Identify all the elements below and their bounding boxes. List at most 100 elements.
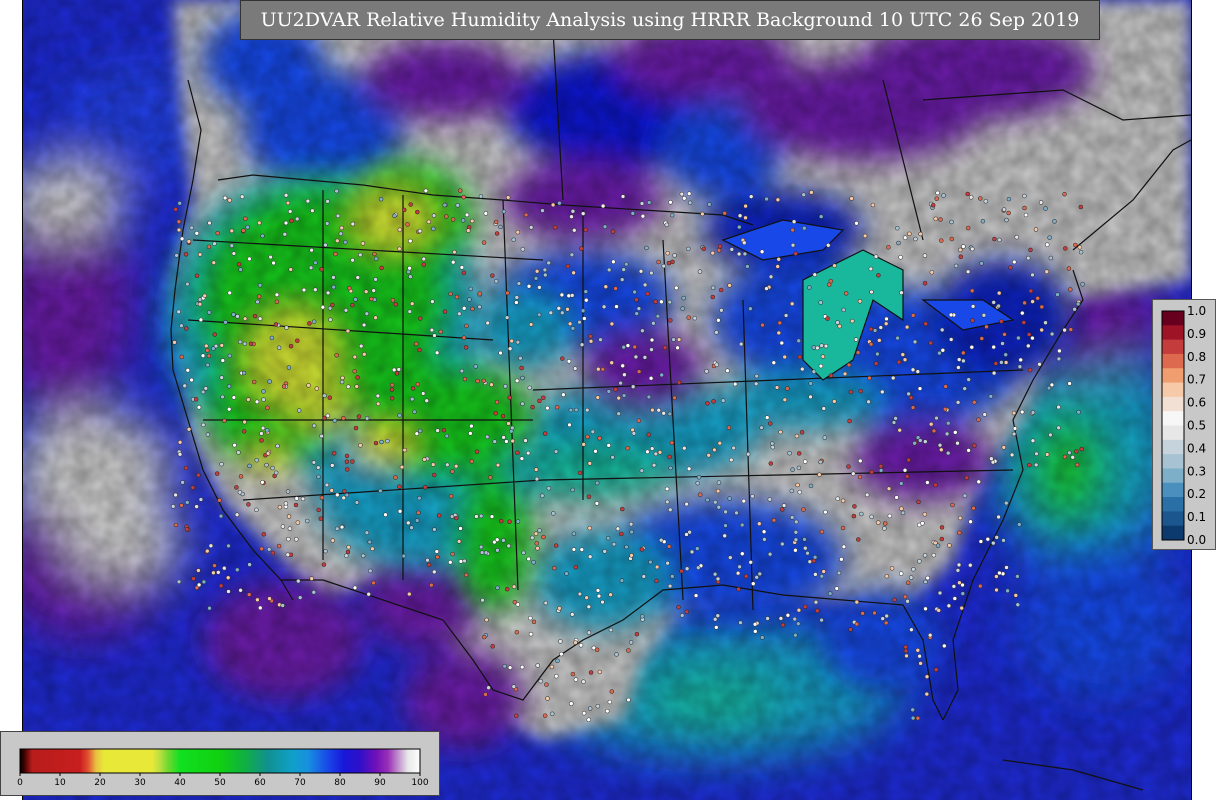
station-marker: [570, 671, 576, 677]
station-marker: [206, 244, 212, 250]
error-legend-bin: [1162, 368, 1184, 384]
station-marker: [432, 569, 437, 575]
station-marker: [410, 386, 416, 391]
station-marker: [811, 369, 817, 374]
station-marker: [939, 447, 944, 453]
station-marker: [991, 370, 997, 376]
station-marker: [820, 354, 826, 359]
station-marker: [1038, 200, 1044, 205]
station-marker: [862, 233, 868, 239]
station-marker: [537, 398, 542, 404]
station-marker: [406, 520, 411, 526]
station-marker: [339, 225, 344, 231]
station-marker: [624, 261, 629, 267]
station-marker: [393, 475, 398, 480]
station-marker: [777, 320, 783, 326]
station-marker: [716, 318, 721, 323]
station-marker: [489, 514, 495, 519]
station-marker: [757, 571, 763, 577]
station-marker: [584, 595, 589, 600]
station-marker: [997, 237, 1002, 243]
station-marker: [836, 570, 842, 576]
station-marker: [507, 519, 512, 524]
station-marker: [495, 462, 501, 468]
station-marker: [595, 588, 601, 593]
station-marker: [821, 406, 827, 411]
station-marker: [328, 317, 333, 322]
rh-colorbar-tick-label: 60: [254, 778, 266, 788]
station-marker: [245, 224, 250, 230]
station-marker: [1004, 500, 1009, 506]
station-marker: [956, 562, 962, 568]
station-marker: [1063, 246, 1068, 251]
station-marker: [1022, 193, 1027, 199]
station-marker: [204, 343, 209, 349]
station-marker: [927, 632, 933, 638]
station-marker: [252, 313, 258, 319]
station-marker: [1057, 348, 1062, 354]
station-marker: [655, 313, 661, 319]
station-marker: [994, 574, 999, 579]
station-marker: [848, 627, 853, 632]
station-marker: [1028, 247, 1033, 253]
station-marker: [418, 316, 423, 321]
station-marker: [358, 443, 363, 448]
station-marker: [621, 267, 626, 272]
station-marker: [558, 639, 563, 644]
station-marker: [578, 643, 584, 648]
station-marker: [889, 566, 895, 571]
station-marker: [900, 510, 906, 516]
station-marker: [781, 503, 787, 508]
station-marker: [893, 416, 898, 421]
station-marker: [908, 575, 914, 580]
station-marker: [420, 391, 426, 396]
station-marker: [461, 270, 467, 276]
station-marker: [172, 340, 177, 345]
station-marker: [802, 537, 807, 542]
station-marker: [805, 550, 810, 556]
station-marker: [670, 574, 675, 579]
station-marker: [208, 543, 214, 549]
station-marker: [972, 443, 977, 448]
station-marker: [976, 479, 981, 485]
station-marker: [479, 550, 485, 555]
station-marker: [774, 385, 780, 390]
station-marker: [596, 366, 601, 372]
station-marker: [738, 341, 744, 347]
station-marker: [286, 365, 292, 370]
station-marker: [661, 411, 666, 416]
station-marker: [952, 596, 958, 601]
station-marker: [957, 515, 963, 521]
station-marker: [793, 632, 798, 638]
station-marker: [542, 267, 548, 273]
station-marker: [667, 299, 673, 305]
station-marker: [956, 365, 961, 370]
station-marker: [254, 507, 259, 513]
station-marker: [239, 194, 245, 199]
station-marker: [780, 622, 786, 628]
station-marker: [554, 404, 560, 410]
station-marker: [665, 560, 670, 566]
station-marker: [442, 202, 447, 208]
station-marker: [900, 352, 906, 357]
station-marker: [334, 526, 340, 532]
station-marker: [559, 651, 564, 657]
station-marker: [632, 344, 637, 350]
station-marker: [409, 525, 414, 530]
station-marker: [953, 430, 958, 435]
station-marker: [415, 382, 421, 387]
station-marker: [369, 296, 374, 302]
station-marker: [569, 252, 575, 258]
station-marker: [666, 260, 672, 266]
station-marker: [634, 631, 640, 637]
station-marker: [884, 573, 890, 579]
station-marker: [884, 613, 889, 619]
station-marker: [198, 497, 204, 502]
station-marker: [581, 442, 586, 447]
station-marker: [620, 506, 625, 512]
station-marker: [895, 335, 900, 341]
station-marker: [968, 562, 973, 568]
station-marker: [895, 225, 900, 231]
station-marker: [417, 228, 423, 234]
station-marker: [241, 370, 247, 376]
